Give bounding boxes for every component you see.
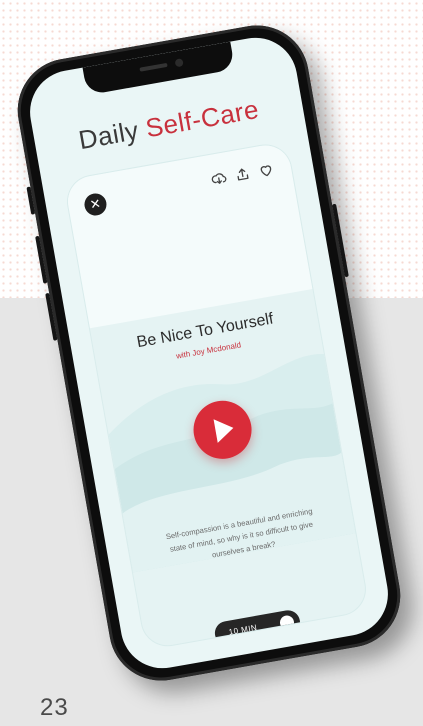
duration-label: 10 MIN xyxy=(228,622,258,637)
camera xyxy=(174,58,184,68)
play-icon xyxy=(213,416,236,443)
duration-toggle[interactable]: 10 MIN xyxy=(213,608,302,648)
cloud-download-icon[interactable] xyxy=(206,166,231,191)
share-icon[interactable] xyxy=(230,162,255,187)
speaker xyxy=(139,62,168,72)
app-title-prefix: Daily xyxy=(76,113,149,156)
app-title-accent: Self-Care xyxy=(143,93,262,144)
page-number: 23 xyxy=(40,694,69,721)
heart-icon[interactable] xyxy=(253,158,278,183)
toggle-knob xyxy=(278,614,296,631)
